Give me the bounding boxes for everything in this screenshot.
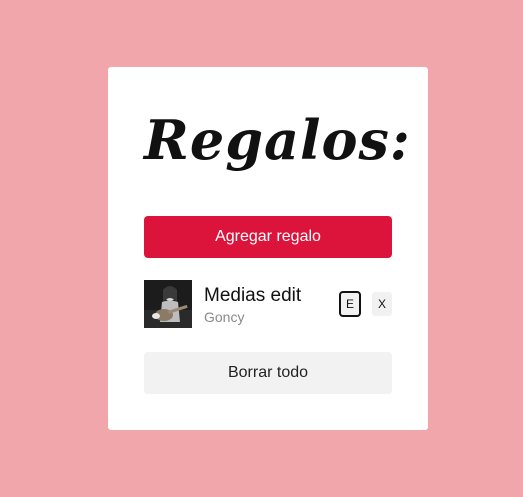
gift-list-item: Medias edit Goncy E X bbox=[144, 280, 392, 328]
gift-recipient: Goncy bbox=[204, 309, 245, 325]
clear-all-button[interactable]: Borrar todo bbox=[144, 352, 392, 394]
edit-gift-button[interactable]: E bbox=[339, 291, 361, 317]
page-title: Regalos: bbox=[144, 108, 411, 172]
gift-thumbnail-image bbox=[144, 280, 192, 328]
gift-name: Medias edit bbox=[204, 285, 302, 306]
guitarist-photo-icon bbox=[144, 280, 192, 328]
gift-card: Regalos: Agregar regalo Medias edit Gonc… bbox=[108, 67, 428, 430]
add-gift-button[interactable]: Agregar regalo bbox=[144, 216, 392, 258]
delete-gift-button[interactable]: X bbox=[372, 292, 392, 316]
